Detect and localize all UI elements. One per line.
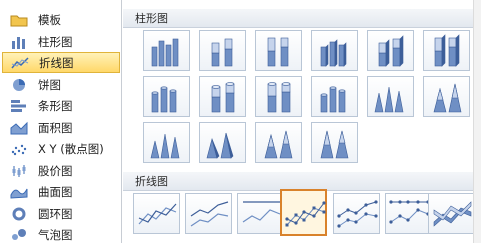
stacked-line-with-markers-icon[interactable] [333,193,380,234]
column-chart-icon [8,34,30,50]
category-label: 股价图 [38,163,73,178]
clustered-pyramid-icon[interactable] [199,122,246,163]
clustered-column-icon[interactable] [143,30,190,71]
category-line[interactable]: 折线图 [2,52,120,73]
line-with-markers-icon[interactable] [280,189,327,236]
surface-chart-icon [8,184,30,200]
100-stacked-cylinder-icon[interactable] [255,76,302,117]
category-column[interactable]: 柱形图 [2,31,120,52]
category-pie[interactable]: 饼图 [2,74,120,95]
pie-chart-icon [8,77,30,93]
category-label: 曲面图 [38,184,73,199]
3d-cylinder-icon[interactable] [311,76,358,117]
category-label: 模板 [38,12,61,27]
category-label: 饼图 [38,77,61,92]
stacked-cylinder-icon[interactable] [199,76,246,117]
category-templates[interactable]: 模板 [2,9,120,30]
3d-clustered-column-icon[interactable] [311,30,358,71]
3d-line-icon[interactable] [428,193,475,234]
category-label: 条形图 [38,98,73,113]
scatter-chart-icon [8,141,30,157]
stock-chart-icon [8,163,30,179]
line-icon[interactable] [133,193,180,234]
category-bubble[interactable]: 气泡图 [2,224,120,243]
3d-100-stacked-column-icon[interactable] [423,30,470,71]
category-label: 圆环图 [38,206,73,221]
gallery-scrollbar[interactable] [473,0,481,243]
100-stacked-line-icon[interactable] [237,193,284,234]
bubble-chart-icon [8,227,30,243]
area-chart-icon [8,120,30,136]
stacked-line-icon[interactable] [185,193,232,234]
line-chart-icon [9,55,31,71]
chart-gallery: 柱形图 折线图 [123,0,481,243]
bar-chart-icon [8,98,30,114]
stacked-cone-icon[interactable] [423,76,470,117]
100-stacked-line-with-markers-icon[interactable] [385,193,432,234]
category-stock[interactable]: 股价图 [2,160,120,181]
category-bar[interactable]: 条形图 [2,95,120,116]
category-label: 面积图 [38,120,73,135]
category-label: 气泡图 [38,227,73,242]
category-scatter[interactable]: X Y (散点图) [2,138,120,159]
category-surface[interactable]: 曲面图 [2,181,120,202]
100-stacked-column-icon[interactable] [255,30,302,71]
clustered-cylinder-icon[interactable] [143,76,190,117]
category-area[interactable]: 面积图 [2,117,120,138]
chart-type-list: 模板 柱形图 折线图 饼图 条形图 面积图 X Y (散点图) 股价图 曲面图 … [0,0,122,243]
doughnut-chart-icon [8,206,30,222]
category-label: 柱形图 [38,34,73,49]
folder-icon [8,12,30,28]
category-label: 折线图 [39,55,74,70]
stacked-column-icon[interactable] [199,30,246,71]
100-stacked-pyramid-icon[interactable] [311,122,358,163]
stacked-pyramid-icon[interactable] [255,122,302,163]
section-title-column: 柱形图 [123,9,473,28]
3d-stacked-column-icon[interactable] [367,30,414,71]
clustered-cone-icon[interactable] [367,76,414,117]
category-doughnut[interactable]: 圆环图 [2,203,120,224]
3d-cone-icon[interactable] [143,122,190,163]
category-label: X Y (散点图) [38,141,104,156]
